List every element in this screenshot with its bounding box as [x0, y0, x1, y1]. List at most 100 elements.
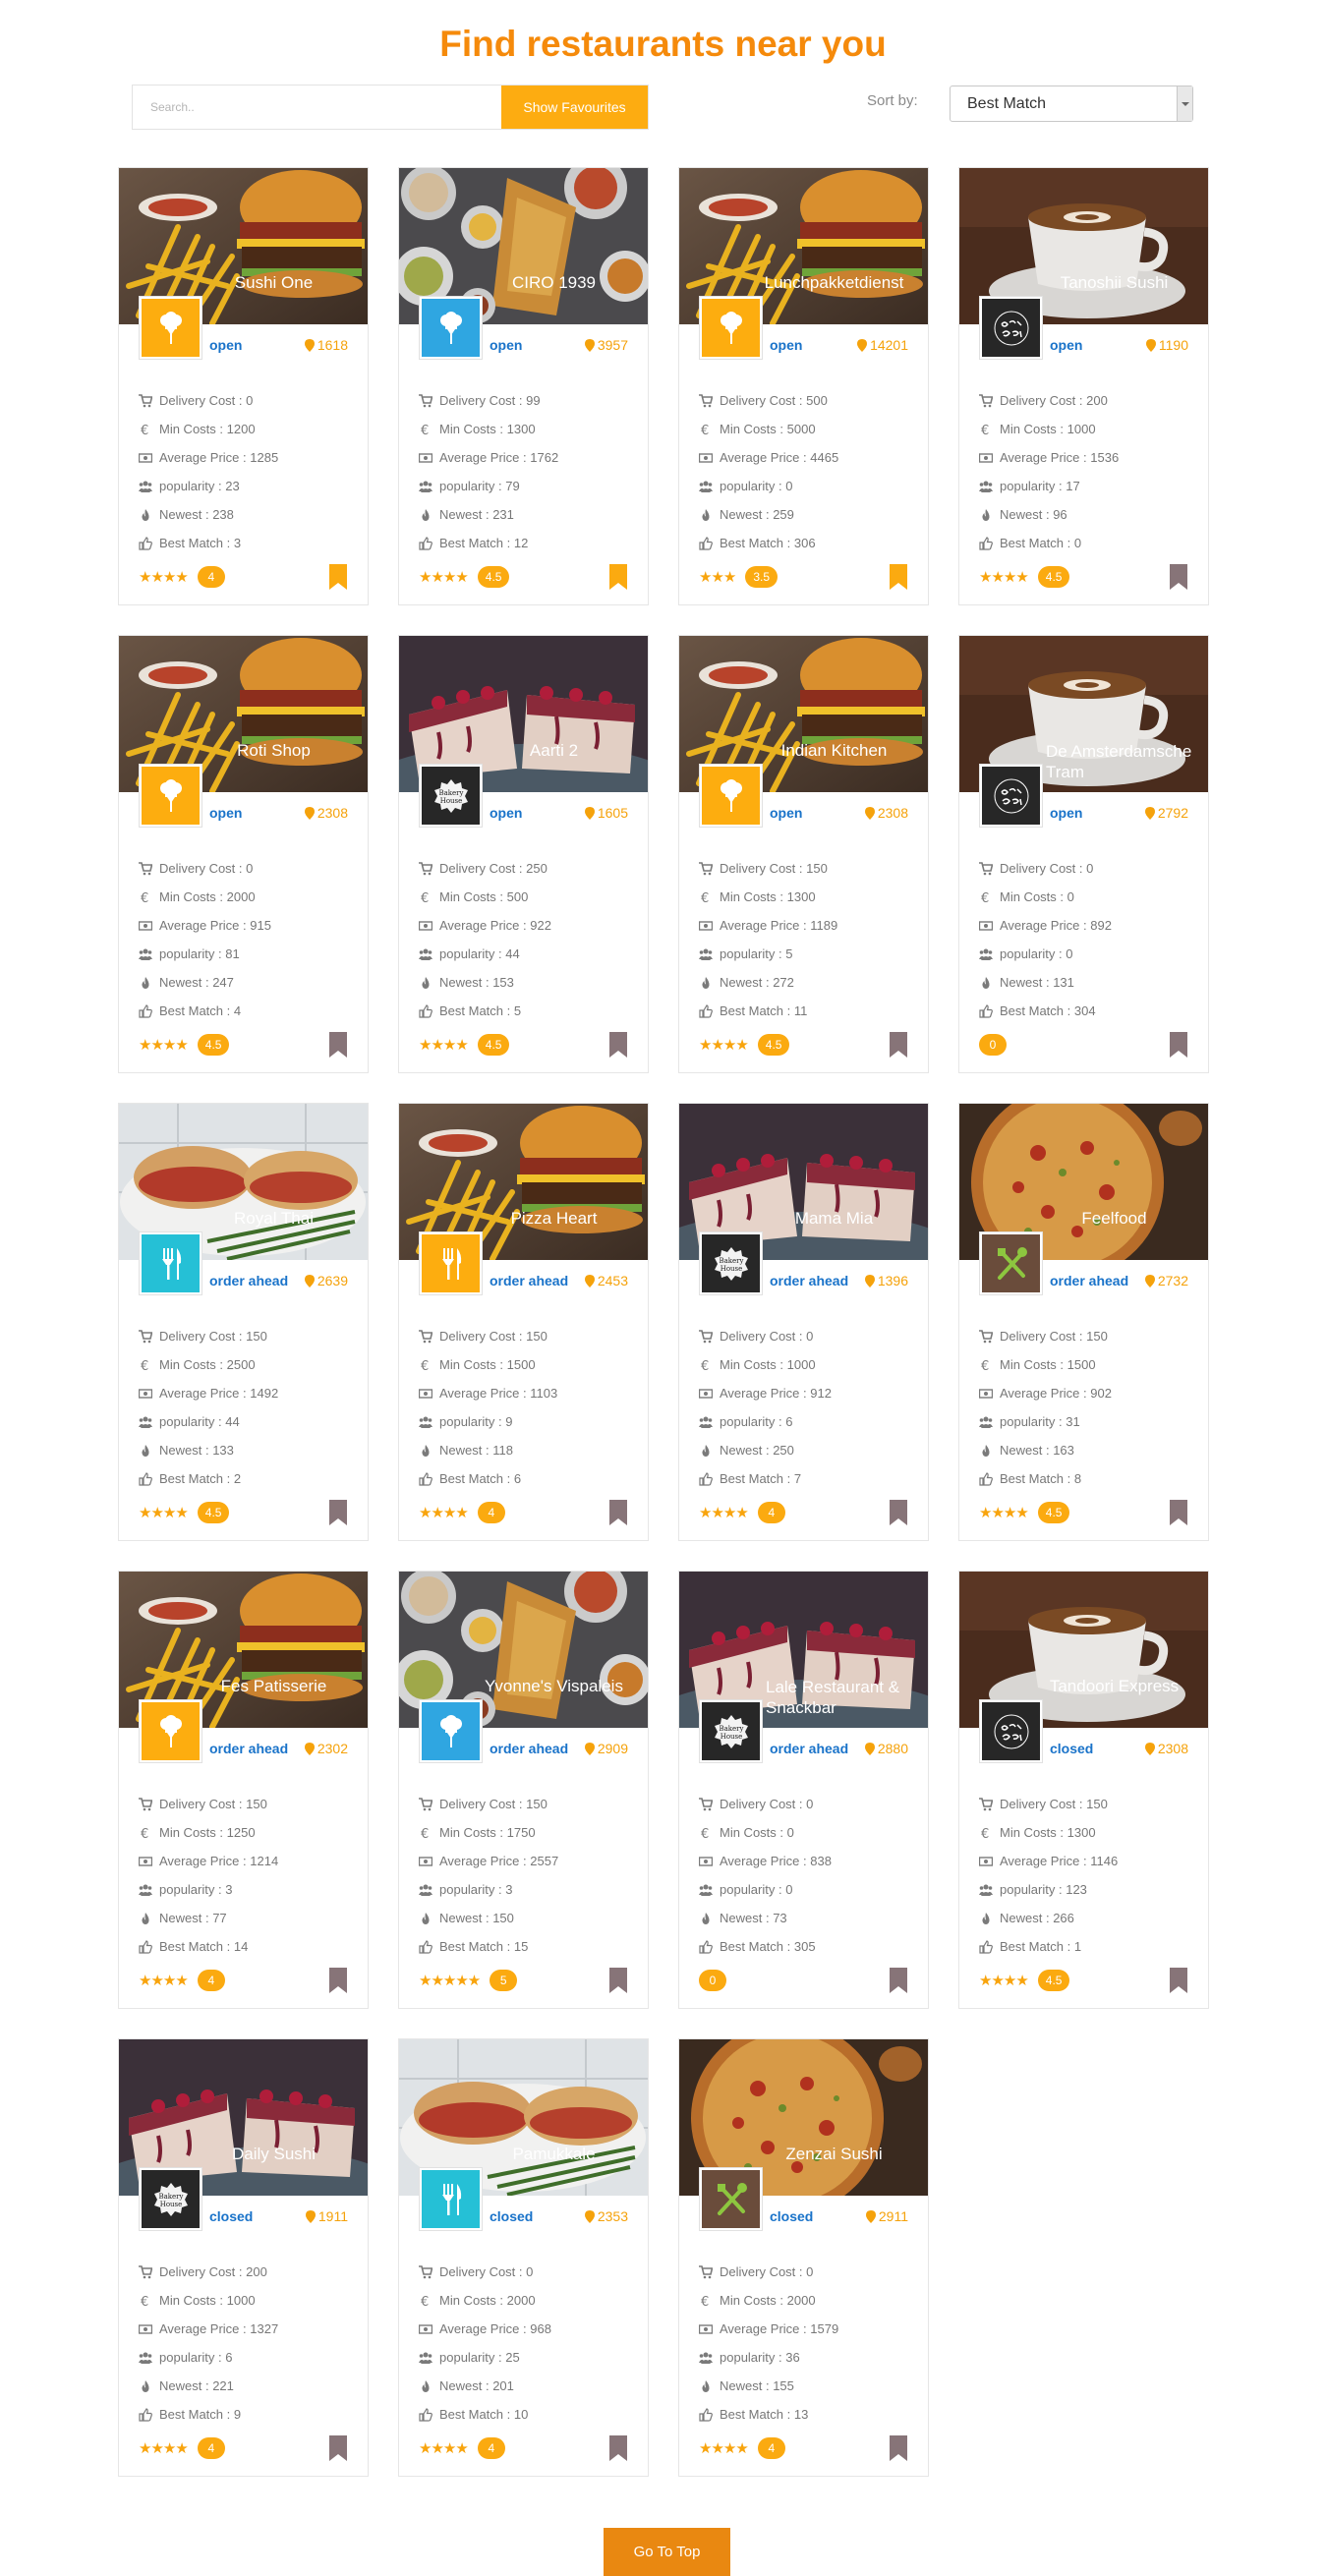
- distance: 1605: [584, 805, 628, 821]
- bookmark-icon[interactable]: [889, 1968, 908, 1993]
- restaurant-card[interactable]: CIRO 1939 open 3957 Delivery Cost : 99 €…: [398, 167, 649, 605]
- newest-row: Newest : 133: [139, 1436, 350, 1464]
- min-costs-value: 1000: [786, 1357, 816, 1372]
- bookmark-icon[interactable]: [1169, 1032, 1188, 1058]
- users-icon: [979, 1415, 1000, 1429]
- average-price-value: 1214: [250, 1854, 279, 1868]
- go-to-top-button[interactable]: Go To Top: [604, 2528, 730, 2576]
- bookmark-icon[interactable]: [889, 2435, 908, 2461]
- restaurant-name[interactable]: Zenzai Sushi: [746, 2144, 922, 2164]
- newest-value: 155: [773, 2378, 794, 2393]
- bookmark-icon[interactable]: [328, 1500, 348, 1525]
- restaurant-card[interactable]: Tandoori Express closed 2308 Delivery Co…: [958, 1571, 1209, 2009]
- restaurant-card[interactable]: Tanoshii Sushi open 1190 Delivery Cost :…: [958, 167, 1209, 605]
- restaurant-card[interactable]: De Amsterdamsche Tram open 2792 Delivery…: [958, 635, 1209, 1073]
- bookmark-icon[interactable]: [608, 1968, 628, 1993]
- map-pin-icon: [864, 806, 875, 820]
- restaurant-name[interactable]: Mama Mia: [746, 1208, 922, 1229]
- fire-icon: [419, 1912, 439, 1925]
- average-price-value: 912: [810, 1386, 832, 1401]
- restaurant-name[interactable]: CIRO 1939: [466, 272, 642, 293]
- bookmark-icon[interactable]: [608, 1500, 628, 1525]
- euro-icon: €: [979, 890, 1000, 904]
- restaurant-name[interactable]: Fes Patisserie: [186, 1676, 362, 1696]
- euro-icon: €: [419, 423, 439, 436]
- restaurant-card[interactable]: Lunchpakketdienst open 14201 Delivery Co…: [678, 167, 929, 605]
- restaurant-name[interactable]: Roti Shop: [186, 740, 362, 761]
- restaurant-card[interactable]: Lale Restaurant & Snackbar Bakery House o…: [678, 1571, 929, 2009]
- restaurant-card[interactable]: Aarti 2 Bakery House open 1605 Delivery C…: [398, 635, 649, 1073]
- restaurant-name[interactable]: Daily Sushi: [186, 2144, 362, 2164]
- popularity-row: popularity : 0: [699, 472, 910, 500]
- euro-icon: €: [699, 890, 720, 904]
- restaurant-name[interactable]: Tanoshii Sushi: [1026, 272, 1202, 293]
- best-match-value: 304: [1073, 1003, 1096, 1018]
- min-costs-row: € Min Costs : 1000: [139, 2286, 350, 2315]
- restaurant-logo: [420, 2168, 482, 2230]
- restaurant-logo: [140, 1232, 202, 1294]
- restaurant-name[interactable]: Feelfood: [1026, 1208, 1202, 1229]
- newest-row: Newest : 231: [419, 500, 630, 529]
- best-match-label: Best Match :: [159, 1939, 231, 1954]
- money-icon: [699, 919, 720, 933]
- restaurant-card[interactable]: Royal Thai order ahead 2639 Delivery Cos…: [118, 1103, 369, 1541]
- restaurant-name[interactable]: Pamukkale: [466, 2144, 642, 2164]
- map-pin-icon: [304, 1742, 315, 1755]
- bookmark-icon[interactable]: [889, 564, 908, 590]
- restaurant-card[interactable]: Feelfood order ahead 2732 Delivery Cost …: [958, 1103, 1209, 1541]
- delivery-cost-row: Delivery Cost : 0: [699, 1790, 910, 1818]
- bookmark-icon[interactable]: [328, 564, 348, 590]
- restaurant-card[interactable]: Daily Sushi Bakery House closed 1911 Deli…: [118, 2038, 369, 2477]
- delivery-cost-row: Delivery Cost : 0: [139, 854, 350, 883]
- bookmark-icon[interactable]: [328, 1968, 348, 1993]
- bookmark-icon[interactable]: [608, 564, 628, 590]
- restaurant-card[interactable]: Mama Mia Bakery House order ahead 1396 De…: [678, 1103, 929, 1541]
- card-footer: ★★★ 3.5: [699, 564, 908, 590]
- money-icon: [419, 451, 439, 465]
- users-icon: [699, 2351, 720, 2365]
- restaurant-name[interactable]: Lale Restaurant & Snackbar: [766, 1677, 922, 1718]
- restaurant-card[interactable]: Yvonne's Vispaleis order ahead 2909 Deli…: [398, 1571, 649, 2009]
- restaurant-name[interactable]: Pizza Heart: [466, 1208, 642, 1229]
- restaurant-card[interactable]: Roti Shop open 2308 Delivery Cost : 0 € M…: [118, 635, 369, 1073]
- restaurant-name[interactable]: Tandoori Express: [1026, 1676, 1202, 1696]
- restaurant-card[interactable]: Zenzai Sushi closed 2911 Delivery Cost :…: [678, 2038, 929, 2477]
- bookmark-icon[interactable]: [1169, 1968, 1188, 1993]
- restaurant-card[interactable]: Sushi One open 1618 Delivery Cost : 0 € M…: [118, 167, 369, 605]
- restaurant-card[interactable]: Pizza Heart order ahead 2453 Delivery Co…: [398, 1103, 649, 1541]
- restaurant-name[interactable]: De Amsterdamsche Tram: [1046, 741, 1202, 782]
- delivery-cost-label: Delivery Cost :: [159, 393, 243, 408]
- svg-text:€: €: [141, 891, 148, 904]
- newest-label: Newest :: [1000, 507, 1050, 522]
- restaurant-card[interactable]: Indian Kitchen open 2308 Delivery Cost :…: [678, 635, 929, 1073]
- best-match-value: 306: [793, 536, 816, 550]
- restaurant-name[interactable]: Sushi One: [186, 272, 362, 293]
- cart-icon: [699, 2264, 720, 2279]
- bookmark-icon[interactable]: [608, 2435, 628, 2461]
- bookmark-icon[interactable]: [1169, 1500, 1188, 1525]
- bookmark-icon[interactable]: [889, 1500, 908, 1525]
- delivery-cost-row: Delivery Cost : 0: [979, 854, 1190, 883]
- restaurant-card[interactable]: Fes Patisserie order ahead 2302 Delivery…: [118, 1571, 369, 2009]
- min-costs-value: 500: [506, 889, 529, 904]
- bookmark-icon[interactable]: [889, 1032, 908, 1058]
- euro-icon: €: [139, 423, 159, 436]
- average-price-value: 1327: [250, 2321, 279, 2336]
- popularity-value: 3: [225, 1882, 233, 1897]
- restaurant-card[interactable]: Pamukkale closed 2353 Delivery Cost : 0 …: [398, 2038, 649, 2477]
- bookmark-icon[interactable]: [328, 2435, 348, 2461]
- restaurant-name[interactable]: Yvonne's Vispaleis: [466, 1676, 642, 1696]
- average-price-value: 922: [530, 918, 551, 933]
- restaurant-name[interactable]: Indian Kitchen: [746, 740, 922, 761]
- bookmark-icon[interactable]: [328, 1032, 348, 1058]
- restaurant-name[interactable]: Aarti 2: [466, 740, 642, 761]
- bookmark-icon[interactable]: [608, 1032, 628, 1058]
- restaurant-name[interactable]: Royal Thai: [186, 1208, 362, 1229]
- bookmark-icon[interactable]: [1169, 564, 1188, 590]
- status-label: open: [770, 337, 803, 353]
- svg-text:€: €: [141, 1359, 148, 1372]
- min-costs-label: Min Costs :: [159, 1357, 224, 1372]
- popularity-row: popularity : 6: [139, 2343, 350, 2372]
- best-match-value: 8: [1073, 1471, 1082, 1486]
- restaurant-name[interactable]: Lunchpakketdienst: [746, 272, 922, 293]
